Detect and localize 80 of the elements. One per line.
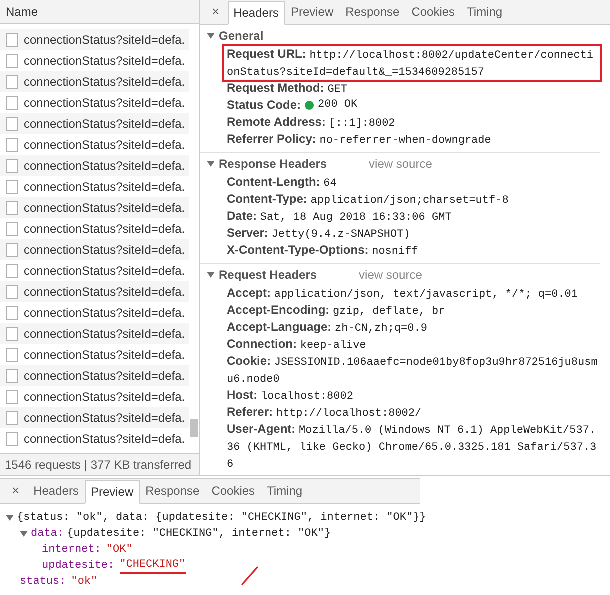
request-row[interactable]: connectionStatus?siteId=defa. bbox=[0, 155, 189, 176]
file-icon bbox=[6, 368, 18, 382]
json-key: updatesite: bbox=[42, 558, 115, 574]
header-line: Connection: keep-alive bbox=[227, 336, 368, 353]
header-value: 200 OK bbox=[318, 98, 358, 113]
header-name: Status Code: bbox=[227, 97, 302, 114]
tab[interactable]: Response bbox=[140, 479, 206, 503]
section-title[interactable]: Response Headers bbox=[219, 154, 328, 172]
section-title[interactable]: Request Headers bbox=[219, 266, 318, 284]
header-line: Date: Sat, 18 Aug 2018 16:33:06 GMT bbox=[227, 208, 453, 225]
tab[interactable]: Cookies bbox=[206, 479, 262, 503]
request-row[interactable]: connectionStatus?siteId=defa. bbox=[0, 407, 189, 428]
request-row[interactable]: connectionStatus?siteId=defa. bbox=[0, 323, 189, 344]
request-row[interactable]: connectionStatus?siteId=defa. bbox=[0, 197, 189, 218]
request-row[interactable]: connectionStatus?siteId=defa. bbox=[0, 29, 189, 50]
header-line: Content-Length: 64 bbox=[227, 174, 338, 191]
tab[interactable]: Timing bbox=[261, 479, 309, 503]
file-icon bbox=[6, 348, 18, 362]
file-icon bbox=[6, 74, 18, 88]
view-source-link[interactable]: view source bbox=[369, 154, 432, 172]
file-icon bbox=[6, 32, 18, 46]
header-line: User-Agent: Mozilla/5.0 (Windows NT 6.1) AppleWebKit/537.36 (KHTML, like Gecko) Chrome/65.0.3325.181 Safari/537.36 bbox=[227, 421, 598, 472]
request-row[interactable]: connectionStatus?siteId=defa. bbox=[0, 239, 189, 260]
request-row[interactable]: connectionStatus?siteId=defa. bbox=[0, 281, 189, 302]
request-row[interactable]: connectionStatus?siteId=defa. bbox=[0, 71, 189, 92]
tab[interactable]: Response bbox=[340, 0, 406, 24]
file-icon bbox=[6, 138, 18, 152]
json-key: data: bbox=[31, 526, 64, 542]
header-line: X-Content-Type-Options: nosniff bbox=[227, 242, 420, 259]
expand-caret-icon[interactable] bbox=[207, 270, 215, 278]
json-value: "ok" bbox=[71, 574, 98, 590]
json-value: "CHECKING" bbox=[120, 558, 186, 574]
expand-caret-icon[interactable] bbox=[207, 32, 215, 40]
file-icon bbox=[6, 96, 18, 110]
file-icon bbox=[6, 180, 18, 194]
file-icon bbox=[6, 284, 18, 298]
tab[interactable]: Preview bbox=[84, 480, 140, 504]
header-line: Server: Jetty(9.4.z-SNAPSHOT) bbox=[227, 225, 412, 242]
file-icon bbox=[6, 54, 18, 68]
file-icon bbox=[6, 390, 18, 404]
json-key: internet: bbox=[42, 542, 102, 558]
header-line: Accept: application/json, text/javascript, */*; q=0.01 bbox=[227, 285, 580, 302]
json-key: status: bbox=[20, 574, 66, 590]
section-title[interactable]: General bbox=[219, 26, 264, 44]
header-line: Accept-Language: zh-CN,zh;q=0.9 bbox=[227, 319, 428, 336]
header-line: Referrer Policy: no-referrer-when-downgrade bbox=[227, 131, 492, 148]
header-line: Remote Address: [::1]:8002 bbox=[227, 114, 396, 131]
json-summary: {updatesite: "CHECKING", internet: "OK"} bbox=[67, 526, 332, 542]
column-header[interactable]: Name bbox=[0, 0, 199, 24]
expand-caret-icon[interactable] bbox=[207, 160, 215, 168]
tab[interactable]: Headers bbox=[28, 479, 85, 503]
tab[interactable]: Headers bbox=[228, 1, 285, 25]
tab[interactable]: Preview bbox=[284, 0, 340, 24]
request-row[interactable]: connectionStatus?siteId=defa. bbox=[0, 365, 189, 386]
header-line: Host: localhost:8002 bbox=[227, 387, 354, 404]
header-line: Request URL: http://localhost:8002/updateCenter/connectionStatus?siteId=default&_=1534609285157 bbox=[227, 46, 595, 80]
pen-stroke-drawing bbox=[240, 566, 260, 586]
file-icon bbox=[6, 242, 18, 256]
file-icon bbox=[6, 158, 18, 172]
file-icon bbox=[6, 222, 18, 236]
header-line: Request Method: GET bbox=[227, 80, 348, 97]
close-icon[interactable]: × bbox=[4, 479, 28, 503]
file-icon bbox=[6, 306, 18, 320]
request-row[interactable]: connectionStatus?siteId=defa. bbox=[0, 113, 189, 134]
tab[interactable]: Timing bbox=[461, 0, 509, 24]
file-icon bbox=[6, 410, 18, 424]
header-line: Content-Type: application/json;charset=utf-8 bbox=[227, 191, 510, 208]
header-line: Referer: http://localhost:8002/ bbox=[227, 404, 423, 421]
file-icon bbox=[6, 116, 18, 130]
tab[interactable]: Cookies bbox=[406, 0, 462, 24]
view-source-link[interactable]: view source bbox=[359, 266, 422, 284]
file-icon bbox=[6, 432, 18, 446]
close-icon[interactable]: × bbox=[204, 0, 228, 24]
file-icon bbox=[6, 264, 18, 278]
status-bar: 1546 requests | 377 KB transferred bbox=[0, 453, 199, 475]
header-line: Accept-Encoding: gzip, deflate, br bbox=[227, 302, 446, 319]
file-icon bbox=[6, 326, 18, 340]
json-value: "OK" bbox=[106, 542, 133, 558]
file-icon bbox=[6, 200, 18, 214]
json-summary: {status: "ok", data: {updatesite: "CHECKING", internet: "OK"}} bbox=[17, 510, 426, 526]
